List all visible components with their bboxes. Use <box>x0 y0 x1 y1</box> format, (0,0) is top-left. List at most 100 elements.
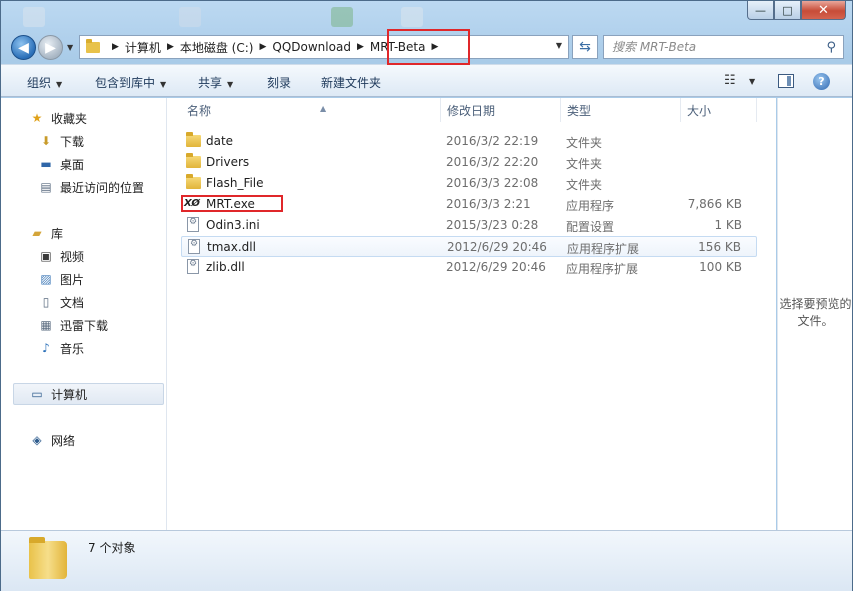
column-header-modified[interactable]: 修改日期 <box>441 98 561 122</box>
desktop-icon: ▬ <box>40 157 52 171</box>
ghost-icon <box>331 7 353 27</box>
file-modified: 2015/3/23 0:28 <box>446 218 539 232</box>
file-type: 文件夹 <box>566 157 603 171</box>
nav-downloads[interactable]: ⬇ 下载 <box>38 131 84 151</box>
ghost-icon <box>23 7 45 27</box>
table-row[interactable]: Drivers 2016/3/2 22:20 文件夹 <box>181 152 757 173</box>
sort-ascending-icon: ▲ <box>320 104 327 113</box>
chevron-right-icon[interactable]: ▶ <box>357 42 364 52</box>
maximize-button[interactable]: □ <box>774 1 801 20</box>
breadcrumb-local-disk[interactable]: 本地磁盘 (C:) <box>180 39 254 56</box>
nav-xunlei-downloads[interactable]: ▦ 迅雷下载 <box>38 315 108 335</box>
preview-message: 选择要预览的文件。 <box>779 297 852 328</box>
ghost-icon <box>179 7 201 27</box>
search-box[interactable]: ⚲ <box>603 35 844 59</box>
network-icon: ◈ <box>32 433 42 447</box>
nav-videos[interactable]: ▣ 视频 <box>38 246 84 266</box>
video-icon: ▣ <box>40 249 52 263</box>
preview-pane: 选择要预览的文件。 <box>777 98 852 530</box>
nav-label: 音乐 <box>60 341 85 356</box>
download-folder-icon: ⬇ <box>40 134 52 148</box>
file-type: 应用程序扩展 <box>566 262 639 276</box>
breadcrumb-computer[interactable]: 计算机 <box>125 39 161 56</box>
organize-label: 组织 <box>27 76 52 90</box>
nav-recent-places[interactable]: ▤ 最近访问的位置 <box>38 177 144 197</box>
address-history-dropdown[interactable]: ▼ <box>556 41 562 50</box>
column-header-name[interactable]: 名称 ▲ <box>181 98 441 122</box>
chevron-right-icon[interactable]: ▶ <box>259 42 266 52</box>
nav-label: 最近访问的位置 <box>60 180 145 195</box>
file-type: 文件夹 <box>566 136 603 150</box>
nav-label: 计算机 <box>51 387 88 402</box>
view-options-icon[interactable]: ☷ <box>724 73 736 88</box>
title-bar: — □ ✕ <box>1 1 852 31</box>
file-name: zlib.dll <box>206 260 245 274</box>
preview-pane-toggle[interactable] <box>778 74 794 88</box>
nav-music[interactable]: ♪ 音乐 <box>38 338 84 358</box>
table-row[interactable]: Flash_File 2016/3/3 22:08 文件夹 <box>181 173 757 194</box>
library-icon: ▰ <box>32 226 42 240</box>
new-folder-button[interactable]: 新建文件夹 <box>321 74 381 91</box>
file-name: Flash_File <box>206 176 264 190</box>
file-name: date <box>206 134 234 148</box>
column-header-size[interactable]: 大小 <box>681 98 757 122</box>
include-label: 包含到库中 <box>95 76 156 90</box>
folder-icon <box>29 537 67 579</box>
file-list: 名称 ▲ 修改日期 类型 大小 date 2016/3/2 22:19 文件夹 D… <box>167 98 776 530</box>
arrow-left-icon: ◀ <box>18 39 29 56</box>
refresh-button[interactable]: ⇆ <box>572 35 598 59</box>
chevron-down-icon: ▼ <box>160 80 167 89</box>
dll-icon <box>187 259 199 274</box>
close-button[interactable]: ✕ <box>801 1 846 20</box>
recent-pages-dropdown[interactable]: ▼ <box>67 43 73 52</box>
minimize-button[interactable]: — <box>747 1 774 20</box>
file-type: 应用程序扩展 <box>567 242 640 256</box>
picture-icon: ▨ <box>40 272 52 286</box>
folder-icon <box>86 38 100 53</box>
back-button[interactable]: ◀ <box>11 35 36 60</box>
share-button[interactable]: 共享 ▼ <box>198 74 233 91</box>
organize-button[interactable]: 组织 ▼ <box>27 74 62 91</box>
nav-favorites[interactable]: ★ 收藏夹 <box>29 108 87 128</box>
nav-label: 下载 <box>60 134 85 149</box>
table-row[interactable]: date 2016/3/2 22:19 文件夹 <box>181 131 757 152</box>
nav-label: 库 <box>51 226 64 241</box>
nav-network[interactable]: ◈ 网络 <box>29 430 75 450</box>
column-header-type[interactable]: 类型 <box>561 98 681 122</box>
search-input[interactable] <box>612 36 822 58</box>
address-bar[interactable]: ▶ 计算机 ▶ 本地磁盘 (C:) ▶ QQDownload ▶ MRT-Bet… <box>79 35 569 59</box>
chevron-right-icon[interactable]: ▶ <box>112 42 119 52</box>
nav-label: 视频 <box>60 249 85 264</box>
help-button[interactable]: ? <box>813 73 830 90</box>
file-name: Odin3.ini <box>206 218 260 232</box>
nav-computer[interactable]: ▭ 计算机 <box>29 384 87 404</box>
folder-icon <box>186 174 201 189</box>
file-modified: 2012/6/29 20:46 <box>446 260 546 274</box>
include-in-library-button[interactable]: 包含到库中 ▼ <box>95 74 166 91</box>
folder-icon <box>186 132 201 147</box>
burn-button[interactable]: 刻录 <box>267 74 291 91</box>
breadcrumb-qqdownload[interactable]: QQDownload <box>272 40 351 54</box>
arrow-right-icon: ▶ <box>45 39 56 56</box>
table-row[interactable]: Odin3.ini 2015/3/23 0:28 配置设置 1 KB <box>181 215 757 236</box>
table-row[interactable]: tmax.dll 2012/6/29 20:46 应用程序扩展 156 KB <box>181 236 757 257</box>
table-row[interactable]: zlib.dll 2012/6/29 20:46 应用程序扩展 100 KB <box>181 257 757 278</box>
file-type: 应用程序 <box>566 199 615 213</box>
navigation-pane: ★ 收藏夹 ⬇ 下载 ▬ 桌面 ▤ 最近访问的位置 ▰ 库 ▣ 视频 ▨ 图片 ▯ 文档 ▦ 迅雷… <box>1 98 167 530</box>
nav-desktop[interactable]: ▬ 桌面 <box>38 154 84 174</box>
nav-label: 桌面 <box>60 157 85 172</box>
refresh-icon: ⇆ <box>579 39 591 55</box>
view-options-dropdown[interactable]: ▼ <box>749 77 755 86</box>
config-file-icon <box>187 217 199 232</box>
search-icon[interactable]: ⚲ <box>826 40 836 55</box>
file-size: 1 KB <box>714 218 742 232</box>
column-label: 名称 <box>187 104 212 118</box>
file-modified: 2016/3/2 22:20 <box>446 155 539 169</box>
forward-button[interactable]: ▶ <box>38 35 63 60</box>
item-count: 7 个对象 <box>88 541 136 555</box>
nav-documents[interactable]: ▯ 文档 <box>38 292 84 312</box>
ghost-icon <box>401 7 423 27</box>
nav-libraries[interactable]: ▰ 库 <box>29 223 63 243</box>
nav-pictures[interactable]: ▨ 图片 <box>38 269 84 289</box>
chevron-right-icon[interactable]: ▶ <box>167 42 174 52</box>
